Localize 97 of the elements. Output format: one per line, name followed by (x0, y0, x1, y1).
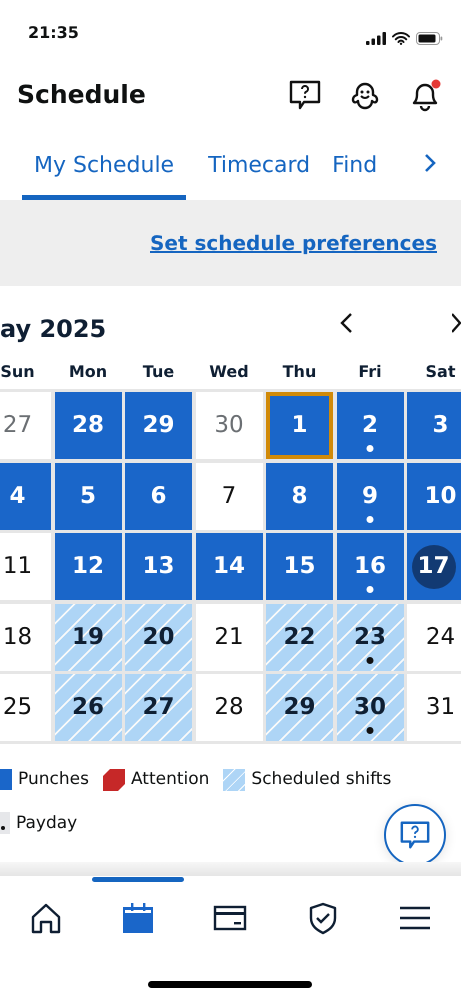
calendar-day[interactable]: 19 (54, 604, 122, 670)
next-month-icon[interactable] (452, 312, 461, 334)
calendar-day[interactable]: 26 (54, 674, 122, 741)
day-number: 7 (222, 482, 236, 511)
more-tabs-chevron-icon[interactable] (424, 152, 436, 174)
day-number: 10 (424, 482, 456, 511)
help-chat-icon (399, 819, 431, 851)
day-number: 28 (214, 693, 244, 722)
day-number: 18 (2, 622, 32, 652)
day-number: 8 (291, 482, 308, 511)
day-number: 27 (142, 693, 174, 722)
scheduled-swatch-icon (223, 768, 246, 791)
day-number: 24 (426, 622, 456, 652)
calendar-day[interactable]: 11 (0, 533, 51, 600)
day-number: 23 (354, 622, 386, 652)
weekday-label: Sun (0, 361, 36, 383)
calendar-day[interactable]: 12 (54, 533, 122, 600)
day-number: 16 (354, 552, 386, 582)
status-time: 21:35 (28, 22, 79, 44)
day-number: 13 (142, 552, 174, 582)
calendar-day[interactable]: 20 (125, 604, 192, 670)
help-chat-icon[interactable] (288, 78, 322, 112)
calendar-day[interactable]: 1 (266, 392, 333, 459)
calendar-day[interactable]: 7 (196, 462, 262, 530)
day-number: 25 (2, 693, 32, 722)
calendar-day[interactable]: 14 (196, 533, 262, 600)
calendar-day[interactable]: 16 (336, 533, 404, 600)
calendar-day[interactable]: 18 (0, 604, 51, 670)
day-number: 20 (142, 622, 174, 652)
calendar-day[interactable]: 23 (336, 604, 404, 670)
calendar-day[interactable]: 29 (266, 674, 333, 741)
calendar-day[interactable]: 31 (407, 674, 461, 741)
calendar-day[interactable]: 6 (125, 462, 192, 530)
calendar-day[interactable]: 5 (54, 462, 122, 530)
calendar-day[interactable]: 8 (266, 462, 333, 530)
month-title: ay 2025 (0, 314, 106, 345)
day-number: 14 (212, 552, 245, 582)
wifi-icon (392, 32, 410, 45)
legend-label: Attention (130, 768, 210, 791)
day-number: 12 (72, 552, 104, 582)
day-number: 6 (150, 482, 166, 511)
calendar-icon[interactable] (121, 901, 156, 935)
page-title: Schedule (17, 79, 146, 112)
calendar-day[interactable]: 4 (0, 462, 51, 530)
previous-month-icon[interactable] (339, 312, 355, 334)
legend-label: Scheduled shifts (251, 768, 392, 791)
tab[interactable]: Find (332, 130, 378, 200)
calendar-day[interactable]: 17 (407, 533, 461, 600)
day-number: 26 (72, 693, 104, 722)
calendar-day[interactable]: 15 (266, 533, 333, 600)
legend-label: Punches (18, 768, 89, 791)
legend-label: Payday (16, 812, 78, 834)
day-number: 1 (291, 411, 308, 440)
weekday-label: Sat (424, 361, 456, 383)
day-number: 30 (214, 411, 244, 440)
calendar-day[interactable]: 25 (0, 674, 51, 741)
calendar-day[interactable]: 28 (54, 392, 122, 459)
calendar-day[interactable]: 3 (407, 392, 461, 459)
day-number: 31 (426, 693, 456, 722)
day-number: 28 (72, 411, 104, 440)
day-number: 29 (283, 693, 316, 722)
calendar-day[interactable]: 30 (196, 392, 262, 459)
day-number: 22 (283, 622, 316, 652)
day-number: 29 (142, 411, 174, 440)
day-number: 11 (2, 552, 32, 582)
calendar-day[interactable]: 30 (336, 674, 404, 741)
calendar-day[interactable]: 13 (125, 533, 192, 600)
day-number: 15 (283, 552, 316, 582)
weekday-label: Fri (357, 361, 383, 383)
calendar-day[interactable]: 21 (196, 604, 262, 670)
calendar-day[interactable]: 27 (125, 674, 192, 741)
calendar-day[interactable]: 2 (336, 392, 404, 459)
calendar-day[interactable]: 10 (407, 462, 461, 530)
day-number: 3 (432, 411, 448, 440)
day-number: 30 (354, 693, 386, 722)
day-number: 27 (2, 411, 32, 440)
calendar-day[interactable]: 28 (196, 674, 262, 741)
calendar-day[interactable]: 9 (336, 462, 404, 530)
tab[interactable]: Timecard (208, 130, 310, 200)
battery-icon (416, 32, 443, 45)
day-number: 4 (9, 482, 26, 511)
attention-swatch-icon (102, 768, 125, 791)
day-number: 2 (362, 411, 378, 440)
day-number: 9 (362, 482, 378, 511)
weekday-label: Thu (282, 361, 318, 383)
weekday-label: Tue (142, 361, 176, 383)
calendar-day[interactable]: 27 (0, 392, 51, 459)
day-number: 19 (72, 622, 104, 652)
day-number: 17 (412, 544, 456, 588)
day-number: 21 (214, 622, 244, 652)
day-number: 5 (80, 482, 96, 511)
calendar-day[interactable]: 24 (407, 604, 461, 670)
calendar-day[interactable]: 22 (266, 604, 333, 670)
calendar-day[interactable]: 29 (125, 392, 192, 459)
weekday-label: Wed (208, 361, 250, 383)
weekday-label: Mon (68, 361, 108, 383)
signal-icon (366, 32, 386, 45)
